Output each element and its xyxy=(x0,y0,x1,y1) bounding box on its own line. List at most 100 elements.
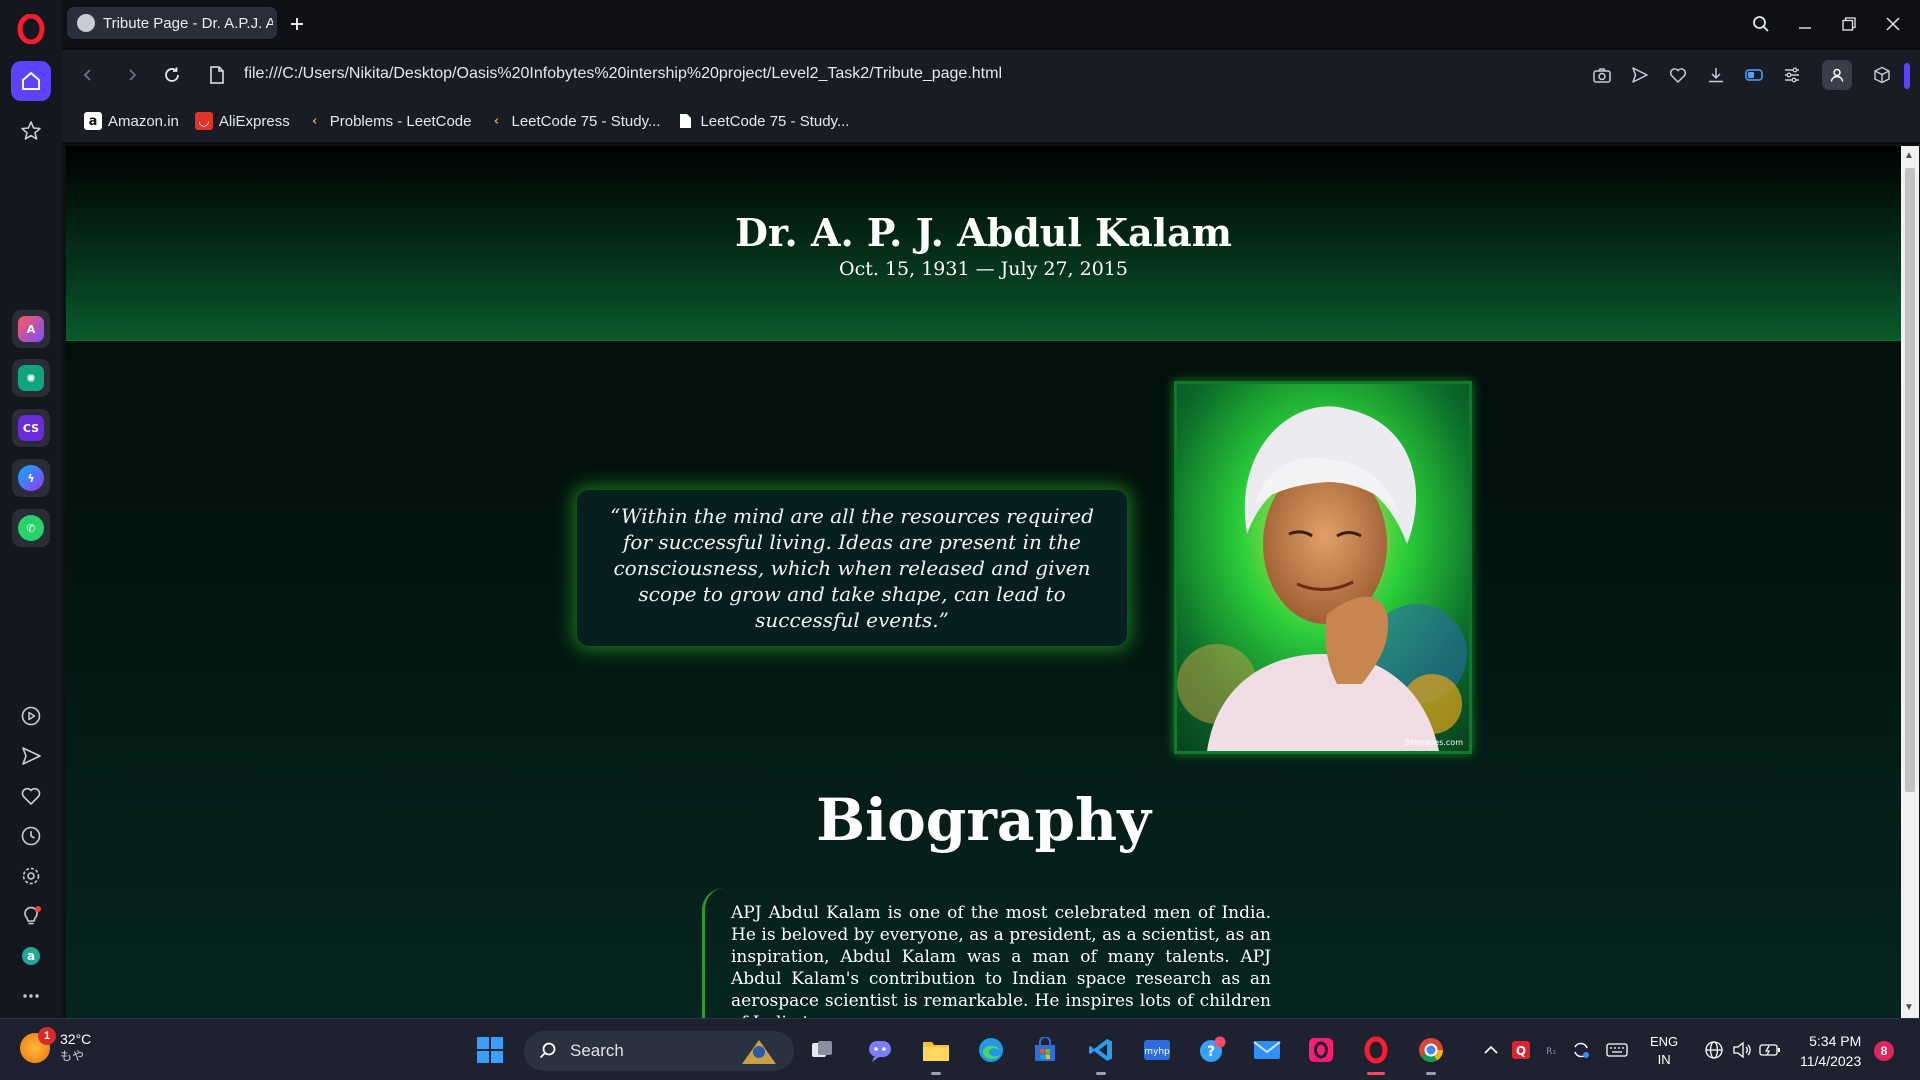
player-icon[interactable] xyxy=(13,698,49,734)
myhp-icon[interactable]: myhp xyxy=(1140,1033,1174,1067)
tray-app-red-icon[interactable]: Q xyxy=(1504,1033,1538,1067)
sync-icon[interactable] xyxy=(1564,1033,1598,1067)
clock-date: 11/4/2023 xyxy=(1800,1053,1862,1069)
weather-badge: 1 xyxy=(38,1026,56,1045)
aria-app-icon[interactable]: A xyxy=(12,310,50,348)
minimize-icon[interactable] xyxy=(1790,9,1820,39)
svg-text:Q: Q xyxy=(1516,1044,1526,1058)
history-icon[interactable] xyxy=(13,818,49,854)
tab-strip: Tribute Page - Dr. A.P.J. Al xyxy=(62,0,1920,50)
page-scrollbar[interactable]: ▲ ▼ xyxy=(1901,146,1919,1018)
opera-gx-icon[interactable] xyxy=(1304,1033,1338,1067)
show-hidden-icons-chevron-icon[interactable] xyxy=(1474,1033,1508,1067)
biography-heading: Biography xyxy=(816,786,1151,854)
reload-icon[interactable] xyxy=(160,63,184,87)
tab-tribute-page[interactable]: Tribute Page - Dr. A.P.J. Al xyxy=(67,7,277,39)
svg-text:a: a xyxy=(27,949,35,963)
opera-browser-icon[interactable] xyxy=(1359,1033,1393,1075)
teams-chat-icon[interactable] xyxy=(863,1033,897,1067)
snapshot-camera-icon[interactable] xyxy=(1590,63,1614,87)
bookmark-label: Amazon.in xyxy=(108,112,179,130)
bookmark-leetcode-75[interactable]: ‹ LeetCode 75 - Study... xyxy=(487,112,661,130)
chrome-icon[interactable] xyxy=(1414,1033,1448,1075)
download-icon[interactable] xyxy=(1704,63,1728,87)
vscode-icon[interactable] xyxy=(1084,1033,1118,1075)
quote-card: “Within the mind are all the resources r… xyxy=(577,490,1127,646)
tray-keyboard-layout-icon[interactable]: R₁ xyxy=(1534,1033,1568,1067)
search-highlight-icon xyxy=(732,1036,786,1066)
system-clock[interactable]: 5:34 PM 11/4/2023 xyxy=(1800,1031,1861,1071)
windows-taskbar: 1 32°C もや Search myhp ? Q R₁ ENG IN 5:34… xyxy=(0,1018,1920,1080)
globe-icon xyxy=(77,14,95,32)
kalam-portrait-image: 99images.com xyxy=(1174,381,1472,754)
url-field[interactable]: file:///C:/Users/Nikita/Desktop/Oasis%20… xyxy=(244,65,1002,83)
bookmark-problems-leetcode[interactable]: ‹ Problems - LeetCode xyxy=(306,112,472,130)
cs-app-icon[interactable]: CS xyxy=(12,409,50,447)
scrollbar-thumb[interactable] xyxy=(1905,168,1915,792)
extensions-cube-icon[interactable] xyxy=(1870,63,1894,87)
amazon-icon: a xyxy=(84,112,102,130)
tab-title: Tribute Page - Dr. A.P.J. Al xyxy=(103,14,273,32)
opera-logo-icon[interactable] xyxy=(16,14,46,44)
bookmark-label: Problems - LeetCode xyxy=(329,112,472,130)
notification-badge[interactable]: 8 xyxy=(1874,1041,1894,1061)
leetcode-icon: ‹ xyxy=(312,113,318,129)
restore-icon[interactable] xyxy=(1834,9,1864,39)
weather-widget[interactable]: 1 32°C もや xyxy=(20,1026,92,1064)
file-explorer-icon[interactable] xyxy=(919,1033,953,1075)
opera-sidebar: A ✺ CS ϟ ✆ a xyxy=(0,0,62,1018)
forward-icon[interactable] xyxy=(120,63,144,87)
heart-icon[interactable] xyxy=(13,778,49,814)
scroll-up-icon[interactable]: ▲ xyxy=(1904,150,1914,161)
send-toolbar-icon[interactable] xyxy=(1628,63,1652,87)
profile-avatar-icon[interactable] xyxy=(1822,60,1852,90)
bookmark-label: LeetCode 75 - Study... xyxy=(700,112,850,130)
task-view-icon[interactable] xyxy=(805,1033,839,1067)
mail-icon[interactable] xyxy=(1250,1033,1284,1067)
whatsapp-app-icon[interactable]: ✆ xyxy=(12,509,50,547)
clock-time: 5:34 PM xyxy=(1809,1033,1862,1049)
messenger-app-icon[interactable]: ϟ xyxy=(12,459,50,497)
weather-temp: 32°C xyxy=(60,1031,92,1047)
home-icon[interactable] xyxy=(11,61,51,101)
page-title: Dr. A. P. J. Abdul Kalam xyxy=(735,210,1232,255)
taskbar-search-box[interactable]: Search xyxy=(524,1031,794,1071)
bookmark-amazon[interactable]: a Amazon.in xyxy=(84,112,179,130)
settings-icon[interactable] xyxy=(13,858,49,894)
back-icon[interactable] xyxy=(76,63,100,87)
quote-text: “Within the mind are all the resources r… xyxy=(610,504,1094,632)
star-icon[interactable] xyxy=(13,113,49,149)
more-icon[interactable] xyxy=(13,978,49,1014)
bookmark-label: AliExpress xyxy=(218,112,290,130)
heart-toolbar-icon[interactable] xyxy=(1666,63,1690,87)
bookmark-aliexpress[interactable]: ◡ AliExpress xyxy=(194,112,290,130)
svg-text:R₁: R₁ xyxy=(1546,1047,1556,1057)
chatgpt-app-icon[interactable]: ✺ xyxy=(12,359,50,397)
easy-setup-icon[interactable] xyxy=(1780,63,1804,87)
close-window-icon[interactable] xyxy=(1878,9,1908,39)
bookmark-leetcode-75-page[interactable]: LeetCode 75 - Study... xyxy=(676,112,849,130)
sidebar-accent-bar xyxy=(1904,63,1910,89)
touch-keyboard-icon[interactable] xyxy=(1600,1033,1634,1067)
send-icon[interactable] xyxy=(13,738,49,774)
new-tab-plus-icon[interactable] xyxy=(285,12,309,36)
microsoft-store-icon[interactable] xyxy=(1028,1033,1062,1067)
scroll-down-icon[interactable]: ▼ xyxy=(1904,1002,1914,1013)
tribute-header: Dr. A. P. J. Abdul Kalam Oct. 15, 1931 —… xyxy=(66,146,1901,341)
amazon-sidebar-icon[interactable]: a xyxy=(13,938,49,974)
edge-icon[interactable] xyxy=(974,1033,1008,1067)
biography-text: APJ Abdul Kalam is one of the most celeb… xyxy=(731,903,1271,1018)
language-indicator[interactable]: ENG IN xyxy=(1650,1033,1678,1069)
region-code: IN xyxy=(1657,1052,1671,1067)
battery-icon[interactable] xyxy=(1753,1033,1787,1067)
search-tabs-icon[interactable] xyxy=(1746,9,1776,39)
page-icon xyxy=(676,112,694,130)
svg-text:?: ? xyxy=(1207,1044,1215,1060)
aliexpress-icon: ◡ xyxy=(194,112,213,130)
battery-saver-icon[interactable] xyxy=(1742,63,1766,87)
bookmark-label: LeetCode 75 - Study... xyxy=(511,112,661,130)
search-icon xyxy=(538,1041,558,1061)
tips-bulb-icon[interactable] xyxy=(13,898,49,934)
hp-support-icon[interactable]: ? xyxy=(1195,1033,1229,1067)
windows-start-icon[interactable] xyxy=(473,1033,507,1067)
